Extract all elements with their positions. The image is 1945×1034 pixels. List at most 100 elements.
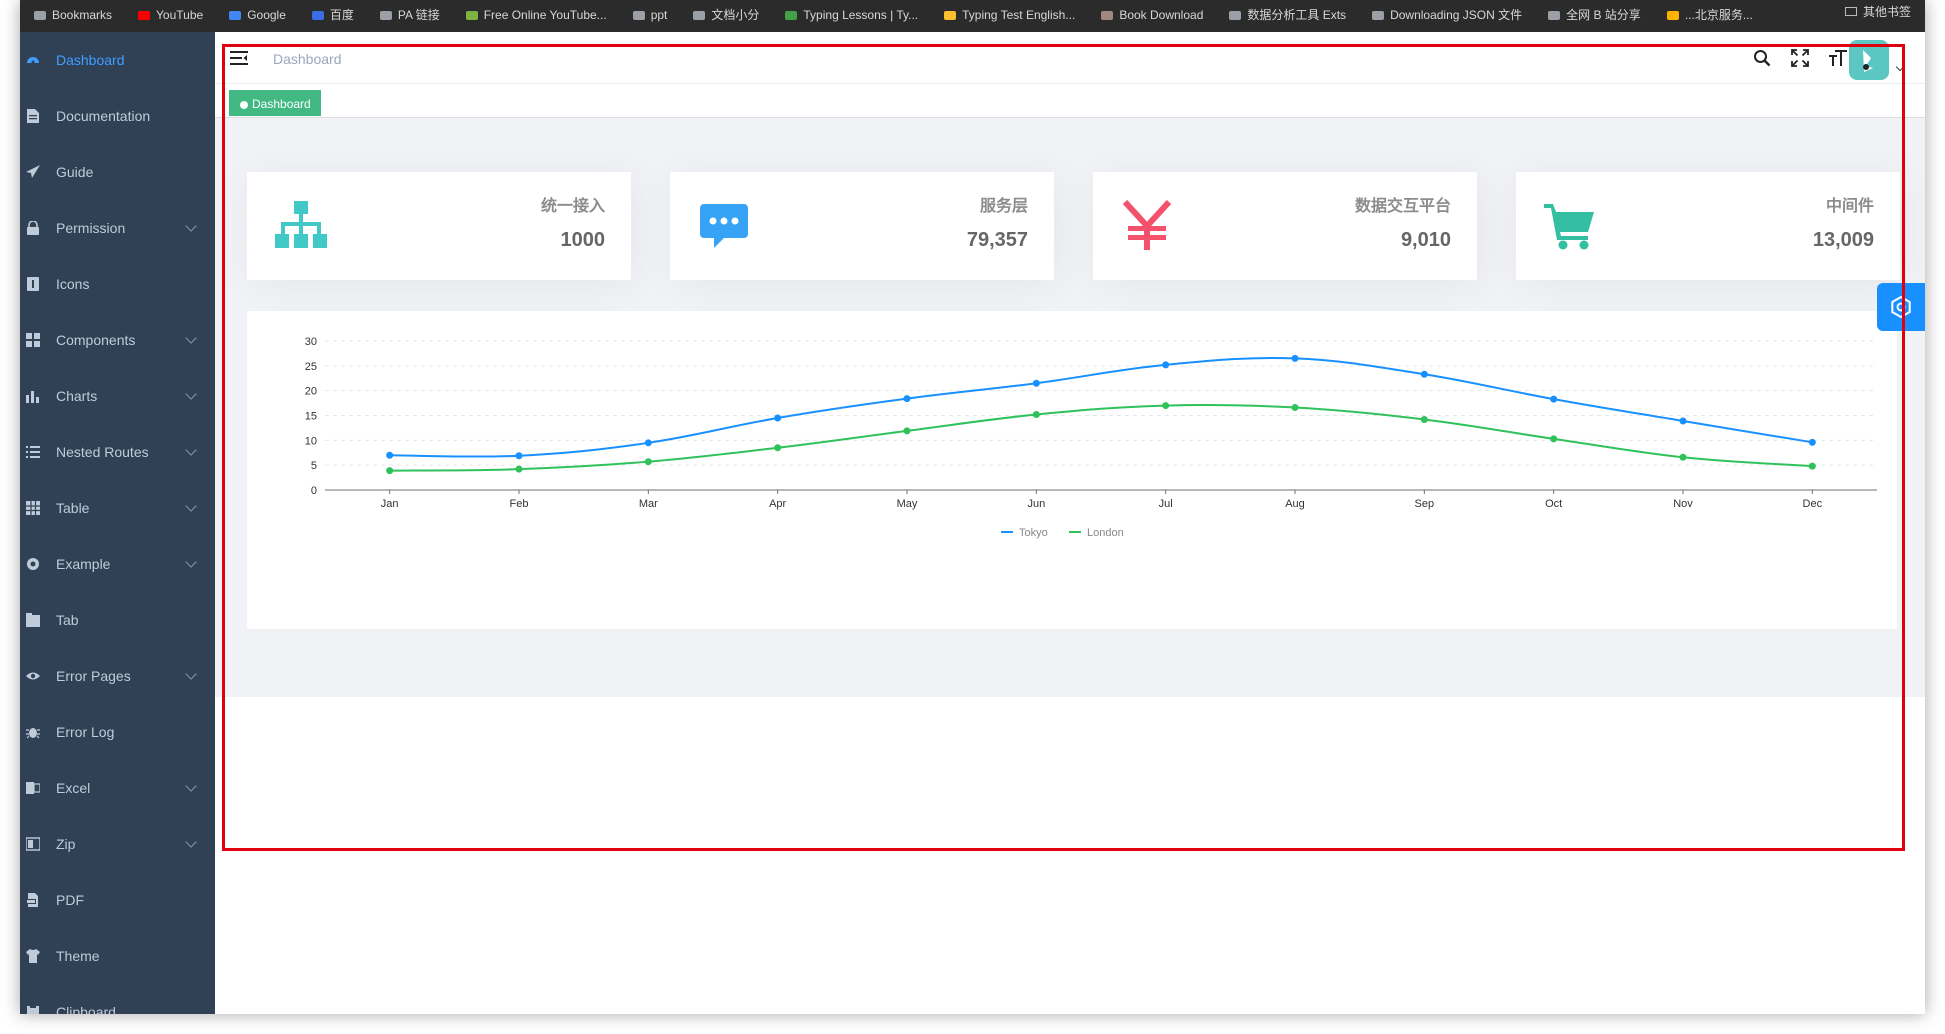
sidebar-item-table[interactable]: Table: [20, 480, 215, 536]
sidebar-item-label: Components: [56, 332, 136, 348]
chevron-down-icon: [185, 220, 197, 232]
bookmark-item[interactable]: 全网 B 站分享: [1548, 9, 1641, 21]
gear-icon: [1891, 296, 1911, 318]
card-label: 中间件: [1825, 198, 1874, 215]
sidebar-item-components[interactable]: Components: [20, 312, 215, 368]
data-point: [774, 414, 782, 422]
sidebar-item-nested-routes[interactable]: Nested Routes: [20, 424, 215, 480]
sidebar-item-theme[interactable]: Theme: [20, 928, 215, 984]
sidebar-item-zip[interactable]: Zip: [20, 816, 215, 872]
stat-card-data-platform[interactable]: 数据交互平台 9,010: [1093, 172, 1477, 280]
sidebar-item-tab[interactable]: Tab: [20, 592, 215, 648]
sidebar-item-icons[interactable]: Icons: [20, 256, 215, 312]
grid-icon: [26, 333, 40, 347]
data-point: [1550, 435, 1558, 443]
tag-dashboard[interactable]: Dashboard: [229, 90, 321, 116]
sidebar-item-documentation[interactable]: Documentation: [20, 88, 215, 144]
sidebar-item-guide[interactable]: Guide: [20, 144, 215, 200]
x-tick-label: Mar: [639, 498, 658, 510]
data-point: [386, 467, 394, 475]
caret-down-icon[interactable]: [1895, 62, 1905, 72]
main-area: Dashboard Dashboard 统一接入 1000 服务层 79,357…: [215, 32, 1925, 1014]
sidebar-item-pdf[interactable]: PDF: [20, 872, 215, 928]
bookmark-item[interactable]: ...北京服务...: [1666, 9, 1753, 21]
other-bookmarks[interactable]: 其他书签: [1844, 3, 1911, 20]
settings-drawer-button[interactable]: [1877, 283, 1925, 331]
bookmark-item[interactable]: Downloading JSON 文件: [1372, 9, 1522, 21]
data-point: [1162, 361, 1170, 369]
bookmark-item[interactable]: Typing Lessons | Ty...: [785, 9, 918, 21]
chevron-down-icon: [185, 444, 197, 456]
card-value: 13,009: [1812, 229, 1874, 251]
x-tick-label: Apr: [769, 498, 786, 510]
sidebar-item-error-log[interactable]: Error Log: [20, 704, 215, 760]
bookmark-item[interactable]: PA 链接: [379, 9, 440, 21]
bookmark-item[interactable]: ppt: [632, 9, 667, 21]
sidebar-item-label: Icons: [56, 276, 90, 292]
eye-icon: [26, 669, 40, 683]
stat-card-service[interactable]: 服务层 79,357: [670, 172, 1054, 280]
x-tick-label: Dec: [1803, 498, 1823, 510]
bookmark-item[interactable]: 百度: [311, 9, 354, 21]
tab-icon: [26, 613, 40, 627]
navbar: Dashboard: [215, 32, 1925, 84]
table-icon: [26, 501, 40, 515]
card-label: 统一接入: [540, 198, 605, 215]
bookmark-item[interactable]: YouTube: [138, 9, 203, 21]
avatar[interactable]: [1849, 40, 1889, 80]
bookmark-item[interactable]: Google: [229, 9, 286, 21]
data-point: [386, 451, 394, 459]
x-tick-label: Sep: [1415, 498, 1435, 510]
sidebar-item-permission[interactable]: Permission: [20, 200, 215, 256]
sidebar-item-clipboard[interactable]: Clipboard: [20, 984, 215, 1014]
paper-plane-icon: [26, 165, 40, 179]
sidebar-item-dashboard[interactable]: Dashboard: [20, 32, 215, 88]
shirt-icon: [26, 949, 40, 963]
sidebar-item-excel[interactable]: Excel: [20, 760, 215, 816]
sidebar: Dashboard Documentation Guide Permission: [20, 32, 215, 1014]
hamburger-icon[interactable]: [230, 51, 248, 65]
shopping-cart-icon: [1544, 200, 1596, 252]
data-point: [774, 444, 782, 452]
legend-label: Tokyo: [1019, 527, 1048, 539]
sidebar-item-label: Error Log: [56, 724, 115, 740]
font-size-icon[interactable]: [1827, 47, 1849, 69]
data-point: [1679, 417, 1687, 425]
bookmark-item[interactable]: Book Download: [1101, 9, 1203, 21]
card-value: 9,010: [1400, 229, 1451, 251]
search-icon[interactable]: [1751, 47, 1773, 69]
data-point: [1679, 453, 1687, 461]
data-point: [1420, 370, 1428, 378]
sidebar-item-charts[interactable]: Charts: [20, 368, 215, 424]
stat-card-access[interactable]: 统一接入 1000: [247, 172, 631, 280]
list-icon: [26, 445, 40, 459]
card-label: 服务层: [979, 198, 1028, 215]
bookmarks-bar: Bookmarks YouTube Google 百度 PA 链接 Free O…: [20, 0, 1925, 32]
sidebar-item-label: Error Pages: [56, 668, 131, 684]
bookmark-item[interactable]: Bookmarks: [34, 9, 112, 21]
sidebar-item-error-pages[interactable]: Error Pages: [20, 648, 215, 704]
sidebar-item-label: Nested Routes: [56, 444, 149, 460]
x-tick-label: May: [897, 498, 918, 510]
browser-window: Bookmarks YouTube Google 百度 PA 链接 Free O…: [20, 0, 1925, 1014]
y-tick-label: 10: [305, 435, 317, 447]
sidebar-item-label: Example: [56, 556, 111, 572]
bookmark-item[interactable]: Typing Test English...: [944, 9, 1075, 21]
fullscreen-icon[interactable]: [1789, 47, 1811, 69]
bookmark-item[interactable]: 文档小分: [693, 9, 759, 21]
x-tick-label: Feb: [510, 498, 529, 510]
document-icon: [26, 109, 40, 123]
sidebar-item-example[interactable]: Example: [20, 536, 215, 592]
sidebar-item-label: Documentation: [56, 108, 151, 124]
chevron-down-icon: [185, 780, 197, 792]
active-dot-icon: [240, 101, 248, 109]
sidebar-item-label: Excel: [56, 780, 91, 796]
stat-card-middleware[interactable]: 中间件 13,009: [1516, 172, 1900, 280]
sidebar-item-label: Charts: [56, 388, 98, 404]
bookmark-item[interactable]: Free Online YouTube...: [465, 9, 607, 21]
series-line-tokyo: [389, 356, 1813, 458]
data-point: [1291, 354, 1299, 362]
pdf-icon: [26, 893, 40, 907]
icon-icon: [26, 277, 40, 291]
bookmark-item[interactable]: 数据分析工具 Exts: [1229, 9, 1346, 21]
